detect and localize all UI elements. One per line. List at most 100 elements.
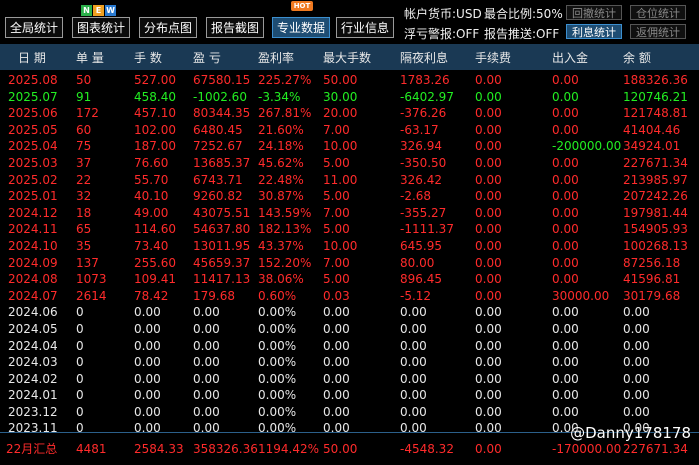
- cell-pnl: 80344.35: [193, 106, 251, 121]
- cell-return: 0.00%: [258, 388, 297, 403]
- cell-return: 24.18%: [258, 139, 304, 154]
- cell-date: 2024.09: [8, 255, 58, 270]
- cell-max-lots: 5.00: [323, 189, 350, 204]
- float-warning: 浮亏警报:OFF: [404, 27, 480, 41]
- cell-balance: 0.00: [623, 355, 650, 370]
- cell-lots: 0.00: [134, 338, 161, 353]
- cell-balance: 0.00: [623, 321, 650, 336]
- cell-balance: 0.00: [623, 338, 650, 353]
- drawdown-stats-button[interactable]: 回撤统计: [566, 5, 622, 20]
- cell-deposit: 0.00: [552, 222, 579, 237]
- table-row: 2024.08 1073 109.41 11417.13 38.06% 5.00 896.4…: [0, 271, 699, 288]
- watermark: @Danny178178: [570, 424, 691, 442]
- cell-return: 225.27%: [258, 73, 312, 87]
- cell-commission: 0.00: [475, 73, 502, 87]
- cell-swap: 645.95: [400, 238, 442, 253]
- cell-orders: 60: [76, 122, 92, 137]
- cell-balance: 188326.36: [623, 73, 688, 87]
- table-row: 2023.12 0 0.00 0.00 0.00% 0.00 0.00 0.00 0.00 0.0…: [0, 404, 699, 421]
- industry-info-button[interactable]: 行业信息: [336, 17, 394, 38]
- cell-return: -3.34%: [258, 89, 301, 104]
- cell-max-lots: 0.00: [323, 355, 350, 370]
- table-row: 2024.09 137 255.60 45659.37 152.20% 7.00 80.00…: [0, 255, 699, 272]
- account-currency: 帐户货币:USD: [404, 7, 482, 21]
- cell-orders: 75: [76, 139, 92, 154]
- col-swap: 隔夜利息: [400, 51, 449, 65]
- cell-lots: 40.10: [134, 189, 169, 204]
- table-row: 2024.12 18 49.00 43075.51 143.59% 7.00 -355.27…: [0, 205, 699, 222]
- cell-lots: 73.40: [134, 238, 169, 253]
- summary-commission: 0.00: [475, 442, 502, 456]
- cell-date: 2024.04: [8, 338, 58, 353]
- cell-swap: 326.94: [400, 139, 442, 154]
- cell-balance: 30179.68: [623, 288, 681, 303]
- cell-pnl: 6743.71: [193, 172, 243, 187]
- col-date: 日 期: [18, 51, 46, 65]
- cell-max-lots: 0.00: [323, 321, 350, 336]
- cell-commission: 0.00: [475, 421, 502, 436]
- cell-lots: 255.60: [134, 255, 176, 270]
- cell-pnl: 13685.37: [193, 155, 251, 170]
- cell-swap: -63.17: [400, 122, 439, 137]
- position-stats-button[interactable]: 仓位统计: [630, 5, 686, 20]
- cell-pnl: 6480.45: [193, 122, 243, 137]
- cell-swap: -1111.37: [400, 222, 454, 237]
- cell-deposit: 0.00: [552, 172, 579, 187]
- table-row: 2025.03 37 76.60 13685.37 45.62% 5.00 -350.50 0…: [0, 155, 699, 172]
- cell-max-lots: 11.00: [323, 172, 358, 187]
- cell-commission: 0.00: [475, 222, 502, 237]
- cell-commission: 0.00: [475, 155, 502, 170]
- col-commission: 手续费: [475, 51, 512, 65]
- cell-return: 143.59%: [258, 205, 312, 220]
- global-stats-button[interactable]: 全局统计: [5, 17, 63, 38]
- cell-max-lots: 10.00: [323, 238, 358, 253]
- cell-date: 2025.02: [8, 172, 58, 187]
- cell-balance: 227671.34: [623, 155, 688, 170]
- table-row: 2025.08 50 527.00 67580.15 225.27% 50.00 1783.…: [0, 72, 699, 89]
- cell-date: 2024.06: [8, 305, 58, 320]
- cell-deposit: 0.00: [552, 272, 579, 287]
- cell-return: 182.13%: [258, 222, 312, 237]
- summary-label: 22月汇总: [6, 442, 58, 456]
- table-row: 2025.05 60 102.00 6480.45 21.60% 7.00 -63.17 0.…: [0, 122, 699, 139]
- cell-lots: 76.60: [134, 155, 169, 170]
- cell-return: 38.06%: [258, 272, 304, 287]
- cell-return: 0.00%: [258, 321, 297, 336]
- cell-date: 2023.11: [8, 421, 58, 436]
- new-badge: N E W: [81, 5, 116, 16]
- table-row: 2025.06 172 457.10 80344.35 267.81% 20.00 -376…: [0, 105, 699, 122]
- cell-deposit: 0.00: [552, 388, 579, 403]
- cell-date: 2025.03: [8, 155, 58, 170]
- cell-swap: 0.00: [400, 371, 427, 386]
- cell-lots: 78.42: [134, 288, 169, 303]
- chart-stats-button[interactable]: 图表统计: [72, 17, 130, 38]
- col-pnl: 盈 亏: [193, 51, 221, 65]
- summary-swap: -4548.32: [400, 442, 454, 456]
- cell-deposit: -200000.00: [552, 139, 622, 154]
- cell-swap: -376.26: [400, 106, 447, 121]
- pro-data-button[interactable]: 专业数据: [272, 17, 330, 38]
- scatter-plot-button[interactable]: 分布点图: [139, 17, 197, 38]
- cell-return: 152.20%: [258, 255, 312, 270]
- report-screenshot-button[interactable]: 报告截图: [206, 17, 264, 38]
- cell-orders: 2614: [76, 288, 107, 303]
- cell-lots: 109.41: [134, 272, 176, 287]
- col-balance: 余 额: [623, 51, 651, 65]
- rebate-stats-button[interactable]: 返佣统计: [630, 24, 686, 39]
- interest-stats-button[interactable]: 利息统计: [566, 24, 622, 39]
- cell-lots: 49.00: [134, 205, 169, 220]
- cell-pnl: 43075.51: [193, 205, 251, 220]
- cell-deposit: 0.00: [552, 89, 579, 104]
- cell-lots: 0.00: [134, 421, 161, 436]
- cell-lots: 457.10: [134, 106, 176, 121]
- cell-commission: 0.00: [475, 404, 502, 419]
- cell-deposit: 0.00: [552, 205, 579, 220]
- cell-max-lots: 5.00: [323, 272, 350, 287]
- cell-swap: 0.00: [400, 321, 427, 336]
- cell-pnl: 13011.95: [193, 238, 251, 253]
- cell-balance: 87256.18: [623, 255, 681, 270]
- cell-pnl: 45659.37: [193, 255, 251, 270]
- cell-date: 2023.12: [8, 404, 58, 419]
- col-max-lots: 最大手数: [323, 51, 372, 65]
- cell-orders: 0: [76, 404, 84, 419]
